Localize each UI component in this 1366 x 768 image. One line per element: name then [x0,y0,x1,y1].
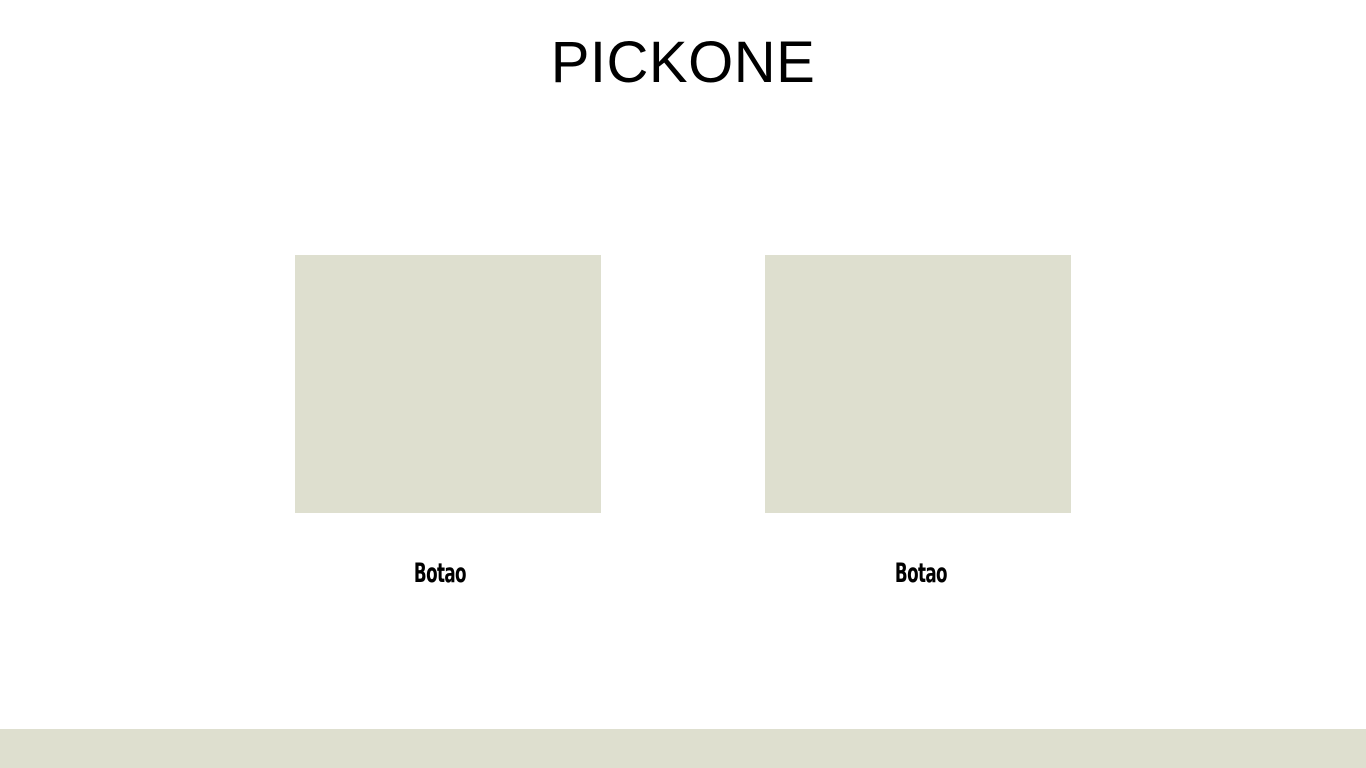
option-image-1[interactable] [295,255,601,513]
option-button-1[interactable]: Botao [340,556,540,592]
option-button-2[interactable]: Botao [821,556,1021,592]
footer-bar [0,729,1366,768]
option-button-1-label: Botao [414,558,467,589]
option-button-2-label: Botao [895,558,948,589]
page-title: PICKONE [550,30,816,95]
option-image-2[interactable] [765,255,1071,513]
